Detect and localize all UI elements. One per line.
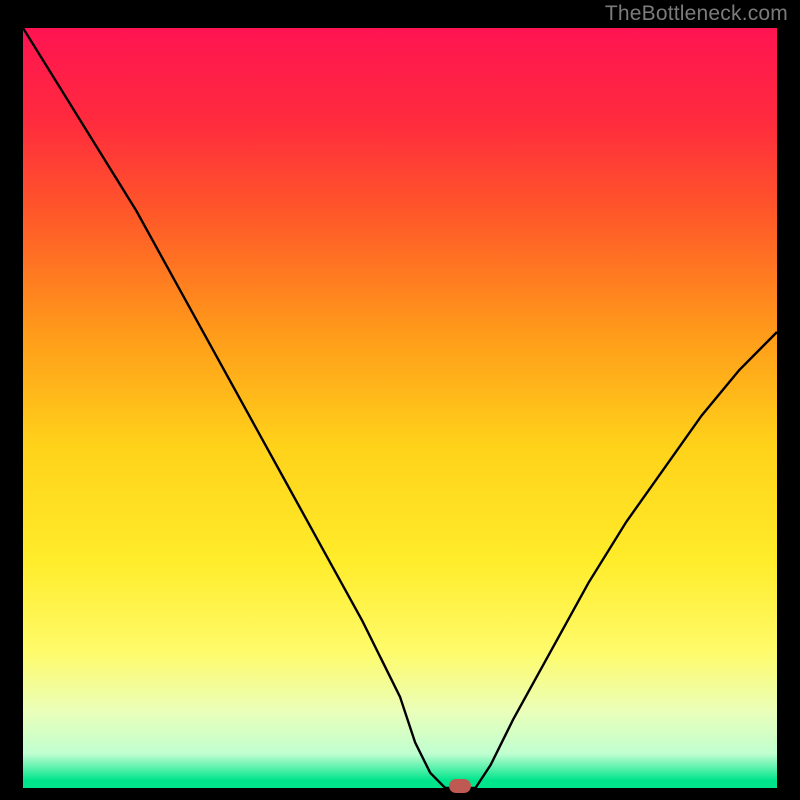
- plot-area: [23, 28, 777, 788]
- plot-svg: [23, 28, 777, 788]
- chart-frame: TheBottleneck.com: [0, 0, 800, 800]
- optimal-point-marker: [449, 779, 471, 793]
- watermark-text: TheBottleneck.com: [605, 2, 788, 26]
- gradient-background: [23, 28, 777, 788]
